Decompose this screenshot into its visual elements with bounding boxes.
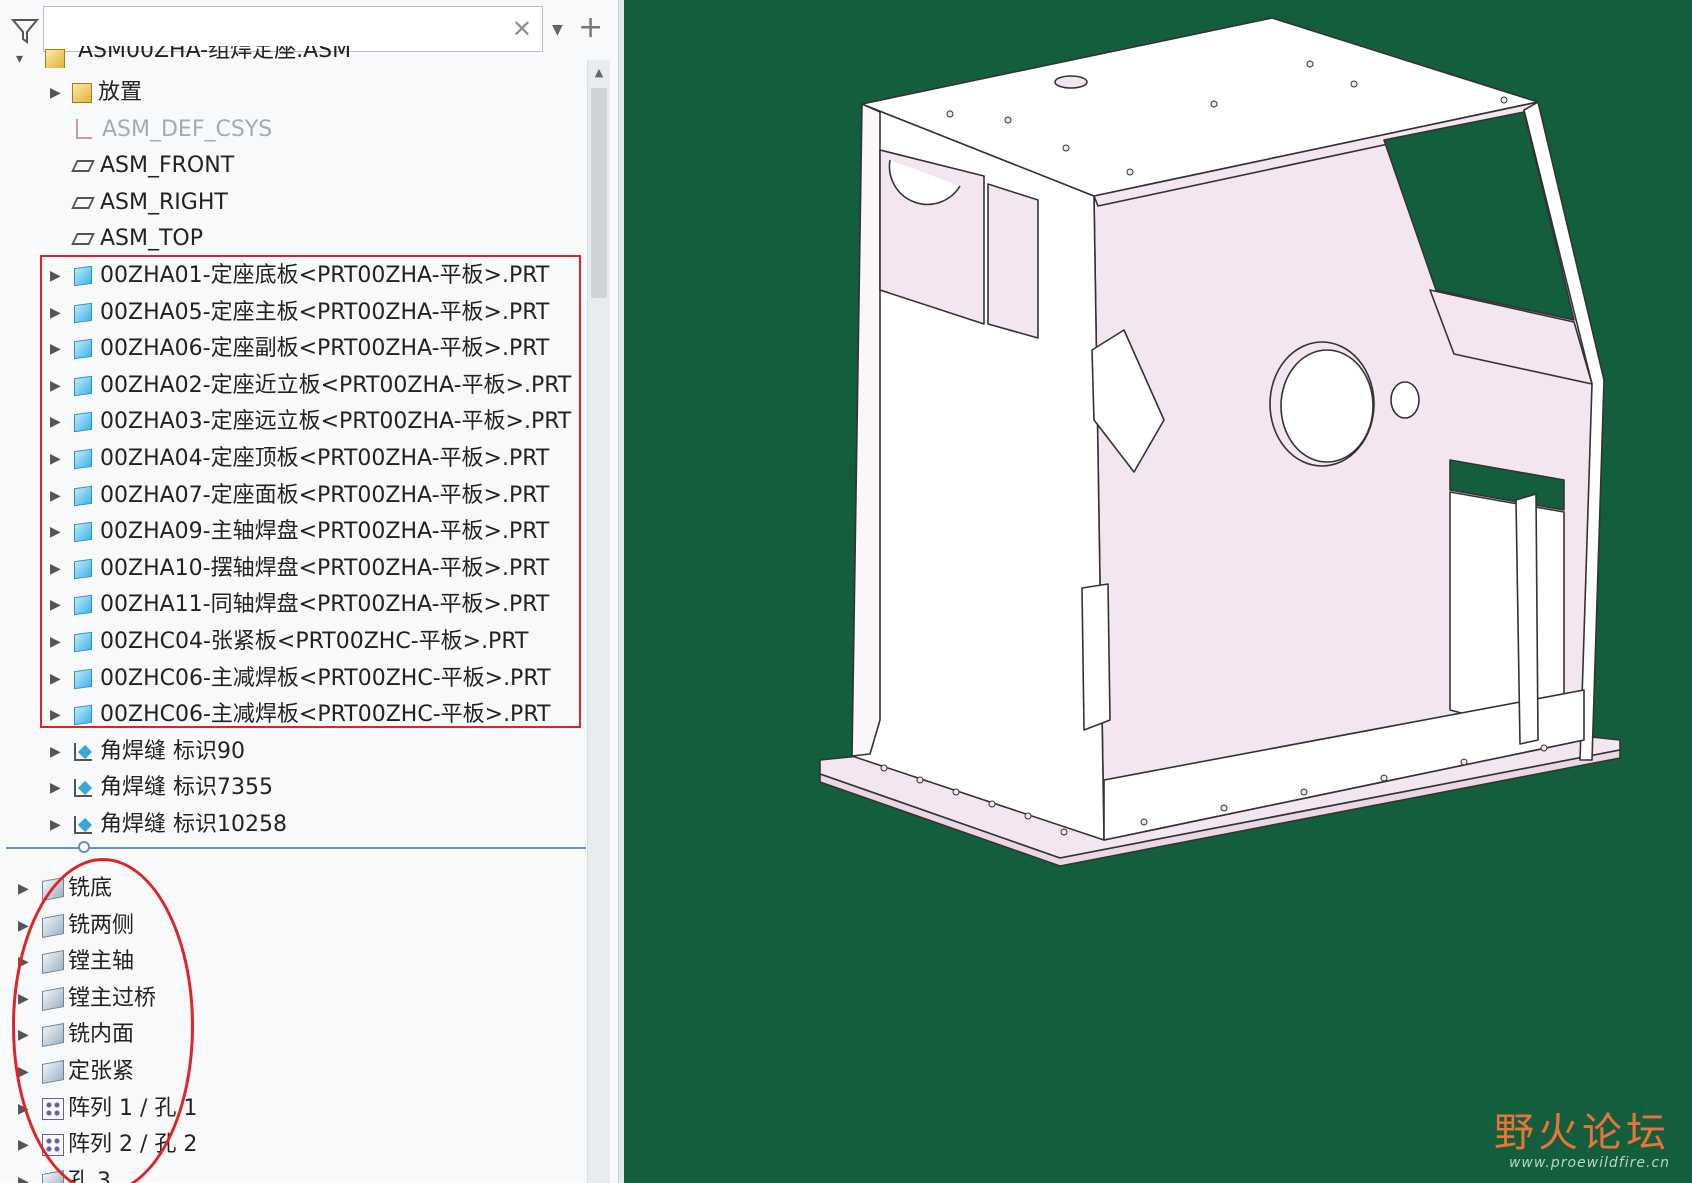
- small-bore: [1390, 381, 1420, 419]
- expand-arrow-icon[interactable]: ▶: [18, 872, 38, 906]
- filter-icon[interactable]: [10, 16, 40, 46]
- fillet-weld-icon: [74, 742, 92, 761]
- model-3d-view[interactable]: [624, 0, 1692, 1183]
- expand-arrow-icon[interactable]: ▶: [50, 76, 70, 110]
- tree-item-label: 角焊缝 标识7355: [100, 775, 273, 801]
- assembly-icon: [45, 49, 65, 68]
- tree-root-label: ASM00ZHA-组焊定座.ASM: [78, 46, 352, 63]
- tree-item-label: 放置: [98, 80, 143, 105]
- tree-scrollbar[interactable]: ▲: [587, 60, 610, 1183]
- insert-here-handle[interactable]: [78, 841, 90, 853]
- annotation-red-rectangle: [40, 255, 581, 728]
- fillet-weld-icon: [74, 779, 92, 798]
- expand-arrow-icon[interactable]: ▶: [50, 771, 70, 805]
- tree-item[interactable]: ASM_DEF_CSYS: [50, 113, 272, 147]
- tree-item[interactable]: ▶ 角焊缝 标识90: [50, 735, 245, 769]
- add-icon[interactable]: +: [578, 10, 603, 46]
- scroll-thumb[interactable]: [591, 88, 607, 298]
- watermark: 野火论坛 www.proewildfire.cn: [1494, 1111, 1670, 1171]
- tree-item-label: ASM_FRONT: [100, 153, 235, 179]
- clear-icon[interactable]: ✕: [512, 15, 532, 43]
- watermark-title: 野火论坛: [1494, 1110, 1670, 1156]
- annotation-red-ellipse: [12, 858, 194, 1183]
- tree-item[interactable]: ▶ 角焊缝 标识7355: [50, 771, 273, 805]
- expand-arrow-icon[interactable]: ▶: [50, 735, 70, 769]
- datum-plane-icon: [71, 160, 95, 173]
- tree-root-row[interactable]: ▾ ASM00ZHA-组焊定座.ASM: [16, 46, 351, 68]
- expand-arrow-icon[interactable]: ▶: [18, 1165, 38, 1183]
- expand-arrow-icon[interactable]: ▶: [50, 808, 70, 842]
- scroll-up-icon[interactable]: ▲: [588, 62, 610, 84]
- tree-item-label: ASM_TOP: [100, 226, 204, 252]
- tree-item-label: ASM_RIGHT: [100, 189, 228, 215]
- tree-item-label: 角焊缝 标识90: [100, 738, 245, 764]
- watermark-url: www.proewildfire.cn: [1508, 1155, 1670, 1171]
- tree-item-label: ASM_DEF_CSYS: [102, 116, 273, 142]
- insert-here-line[interactable]: [6, 847, 586, 849]
- csys-icon: [70, 117, 96, 143]
- datum-plane-icon: [71, 196, 95, 209]
- tree-item-label: 角焊缝 标识10258: [100, 812, 287, 837]
- tree-item[interactable]: ▶ 角焊缝 标识10258: [50, 808, 287, 842]
- collapse-icon[interactable]: ▾: [16, 49, 36, 68]
- fillet-weld-icon: [74, 816, 92, 834]
- graphics-viewport[interactable]: 野火论坛 www.proewildfire.cn: [624, 0, 1692, 1183]
- model-tree-panel: ✕ ▼ + ▾ ASM00ZHA-组焊定座.ASM ▶ 放置 ASM_DEF_CSY…: [0, 0, 618, 1183]
- tree-item[interactable]: ASM_RIGHT: [50, 186, 228, 220]
- datum-plane-icon: [71, 233, 95, 246]
- chevron-down-icon[interactable]: ▼: [552, 22, 563, 38]
- tree-item[interactable]: ASM_TOP: [50, 222, 203, 256]
- tree-item[interactable]: ▶ 放置: [50, 76, 142, 110]
- tree-item[interactable]: ASM_FRONT: [50, 149, 234, 183]
- placement-icon: [72, 83, 92, 103]
